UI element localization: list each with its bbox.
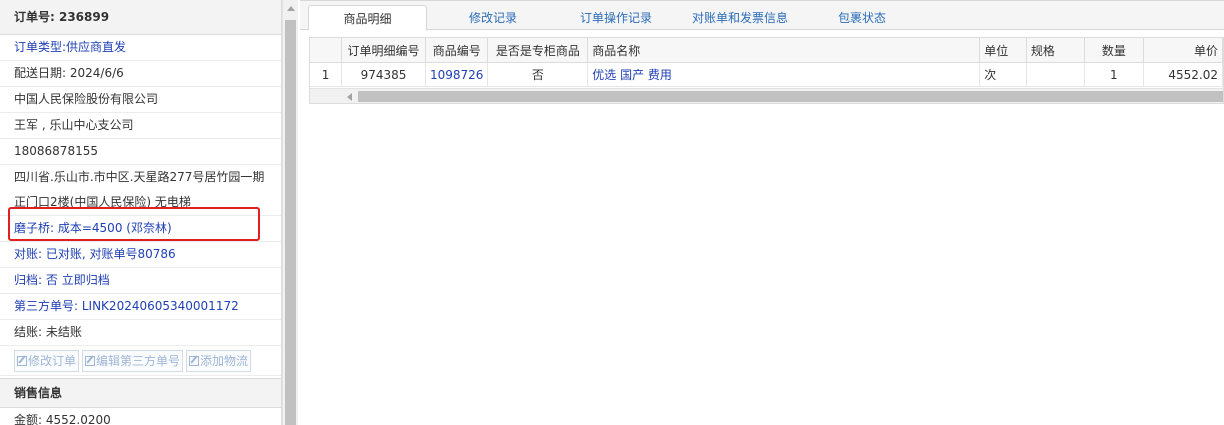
sales-info-header: 销售信息 <box>0 378 281 408</box>
order-info-panel: 订单号: 236899 订单类型:供应商直发 配送日期: 2024/6/6 中国… <box>0 0 282 425</box>
grid-horizontal-scrollbar[interactable] <box>310 88 1223 103</box>
tab-modify-history[interactable]: 修改记录 <box>448 5 538 31</box>
action-buttons: 修改订单 编辑第三方单号 添加物流 <box>0 346 281 376</box>
tab-product-details[interactable]: 商品明细 <box>308 5 427 31</box>
highlight-annotation-box <box>8 207 260 241</box>
third-party-number: 第三方单号: LINK20240605340001172 <box>0 294 281 320</box>
quantity-cell: 1 <box>1084 62 1144 87</box>
unit-price-cell: 4552.02 <box>1143 62 1223 87</box>
edit-icon <box>85 356 96 366</box>
edit-third-party-label: 编辑第三方单号 <box>96 354 181 368</box>
address-line-1: 四川省.乐山市.市中区.天星路277号居竹园一期 <box>14 170 265 184</box>
product-code-link[interactable]: 1098726 <box>425 62 489 87</box>
col-header-product-code[interactable]: 商品编号 <box>425 38 489 63</box>
product-details-grid: 订单明细编号 商品编号 是否是专柜商品 商品名称 单位 规格 数量 单价 1 9… <box>309 37 1224 104</box>
edit-third-party-button[interactable]: 编辑第三方单号 <box>82 350 184 372</box>
order-type: 订单类型:供应商直发 <box>0 35 281 61</box>
edit-order-button[interactable]: 修改订单 <box>14 350 80 372</box>
tab-order-operations[interactable]: 订单操作记录 <box>566 5 666 31</box>
add-logistics-label: 添加物流 <box>200 354 249 368</box>
delivery-date: 配送日期: 2024/6/6 <box>0 61 281 87</box>
table-row[interactable]: 1 974385 1098726 否 优选 国产 费用 次 1 4552.02 <box>310 62 1223 87</box>
sales-amount: 金额: 4552.0200 <box>0 408 281 425</box>
col-header-line-id[interactable]: 订单明细编号 <box>341 38 426 63</box>
add-logistics-button[interactable]: 添加物流 <box>186 350 252 372</box>
settlement-status: 结账: 未结账 <box>0 320 281 346</box>
col-header-unit[interactable]: 单位 <box>979 38 1027 63</box>
col-header-unit-price[interactable]: 单价 <box>1143 38 1223 63</box>
row-index: 1 <box>310 62 343 87</box>
counter-item-cell: 否 <box>487 62 589 87</box>
archive-now-link[interactable]: 立即归档 <box>62 273 110 287</box>
reconcile-status: 对账: 已对账, 对账单号80786 <box>0 242 281 268</box>
edit-icon <box>189 356 200 366</box>
scroll-up-arrow-icon[interactable] <box>287 6 295 11</box>
grid-header-row: 订单明细编号 商品编号 是否是专柜商品 商品名称 单位 规格 数量 单价 <box>310 38 1223 63</box>
spec-cell <box>1026 62 1086 87</box>
tab-package-status[interactable]: 包裹状态 <box>820 5 904 31</box>
customer-phone: 18086878155 <box>0 139 281 165</box>
customer-company: 中国人民保险股份有限公司 <box>0 87 281 113</box>
col-header-product-name[interactable]: 商品名称 <box>587 38 981 63</box>
customer-contact: 王军 , 乐山中心支公司 <box>0 113 281 139</box>
unit-cell: 次 <box>979 62 1027 87</box>
detail-panel: 商品明细 修改记录 订单操作记录 对账单和发票信息 包裹状态 订单明细编号 商品… <box>300 0 1224 425</box>
horizontal-scrollbar-thumb[interactable] <box>358 91 1223 102</box>
col-header-quantity[interactable]: 数量 <box>1084 38 1144 63</box>
archive-label: 归档: 否 <box>14 273 58 287</box>
edit-icon <box>17 356 27 366</box>
scroll-left-arrow-icon[interactable] <box>347 93 352 101</box>
tab-reconcile-invoice[interactable]: 对账单和发票信息 <box>680 5 800 31</box>
col-header-counter-item[interactable]: 是否是专柜商品 <box>487 38 589 63</box>
product-name-link[interactable]: 优选 国产 费用 <box>587 62 981 87</box>
left-panel-scrollbar[interactable] <box>282 0 298 425</box>
line-id-cell: 974385 <box>341 62 426 87</box>
archive-status: 归档: 否 立即归档 <box>0 268 281 294</box>
edit-order-label: 修改订单 <box>28 354 77 368</box>
order-number-header: 订单号: 236899 <box>0 0 281 35</box>
col-header-index <box>310 38 343 63</box>
col-header-spec[interactable]: 规格 <box>1026 38 1086 63</box>
tab-bar: 商品明细 修改记录 订单操作记录 对账单和发票信息 包裹状态 <box>300 0 1224 31</box>
scrollbar-thumb[interactable] <box>285 20 296 425</box>
